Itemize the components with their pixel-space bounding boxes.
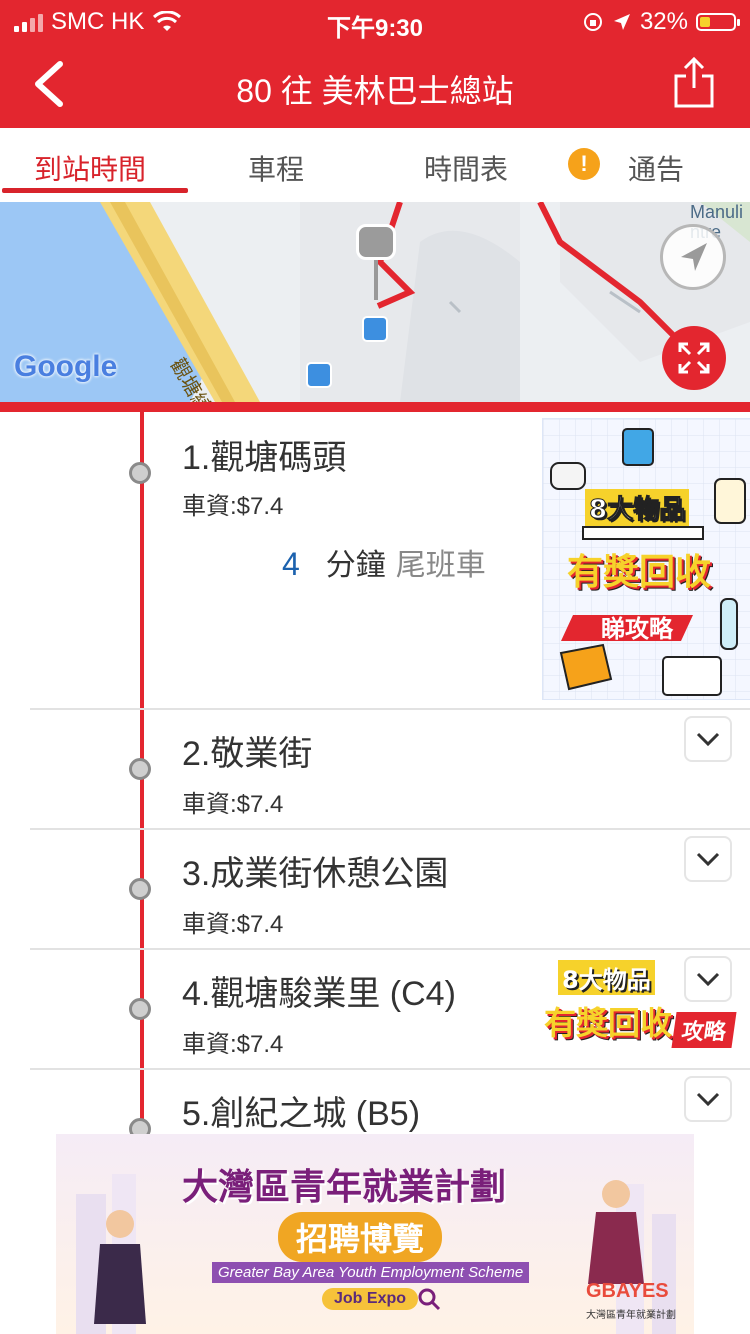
rotation-lock-icon (583, 13, 602, 31)
tab-bar: 到站時間 車程 時間表 通告 (0, 128, 750, 202)
job-expo-banner-ad[interactable]: 大灣區青年就業計劃 招聘博覽 Greater Bay Area Youth Em… (56, 1134, 694, 1334)
promo-line2: 有獎回收 (567, 552, 712, 593)
banner-subtitle: 招聘博覽 (278, 1212, 443, 1262)
share-icon[interactable] (672, 56, 716, 112)
stop-dot (129, 758, 151, 780)
list-item[interactable]: 3.成業街休憩公園 車資:$7.4 (0, 830, 750, 950)
eta-note: 尾班車 (395, 549, 486, 582)
banner-english: Greater Bay Area Youth Employment Scheme (212, 1262, 530, 1283)
stop-dot (129, 1118, 151, 1134)
stop-name: 4.觀塘駿業里 (C4) (182, 975, 456, 1013)
list-item[interactable]: 1.觀塘碼頭 車資:$7.4 4 分鐘 尾班車 8大物品 有獎回收 睇攻略 (0, 412, 750, 710)
stop-name: 2.敬業街 (182, 735, 313, 773)
battery-icon (696, 13, 740, 31)
expand-chevron-button[interactable] (684, 956, 732, 1002)
compass-icon[interactable] (660, 224, 726, 290)
stop-fare: 車資:$7.4 (182, 1031, 284, 1058)
recycling-promo-ad[interactable]: 8大物品 有獎回收 睇攻略 (542, 418, 750, 700)
promo-line3: 睇攻略 (601, 615, 673, 643)
google-logo: Google (14, 350, 118, 383)
tab-arrival-time[interactable]: 到站時間 (34, 148, 146, 188)
bus-icon (362, 316, 388, 342)
eta-row: 4 分鐘 尾班車 (282, 540, 486, 584)
bus-icon (306, 362, 332, 388)
stop-name: 1.觀塘碼頭 (182, 439, 347, 477)
list-item[interactable]: 5.創紀之城 (B5) (0, 1070, 750, 1134)
list-item[interactable]: 4.觀塘駿業里 (C4) 車資:$7.4 8大物品 有獎回收 攻略 (0, 950, 750, 1070)
expand-chevron-button[interactable] (684, 716, 732, 762)
chevron-down-icon (696, 972, 720, 987)
map-view[interactable]: Manulintre 觀塘繞 Google (0, 202, 750, 402)
promo-line3: 攻略 (671, 1012, 737, 1048)
expand-chevron-button[interactable] (684, 836, 732, 882)
stop-dot (129, 462, 151, 484)
stop-name: 3.成業街休憩公園 (182, 855, 449, 893)
stop-fare: 車資:$7.4 (182, 911, 284, 938)
expand-map-icon[interactable] (662, 326, 726, 390)
tab-timetable[interactable]: 時間表 (424, 148, 508, 188)
list-item[interactable]: 2.敬業街 車資:$7.4 (0, 710, 750, 830)
promo-line2: 有獎回收 (544, 1004, 673, 1042)
bus-stop-pin-icon[interactable] (356, 224, 396, 260)
promo-line1: 8大物品 (585, 489, 690, 526)
location-arrow-icon (613, 14, 630, 30)
map-divider (0, 402, 750, 412)
stop-fare: 車資:$7.4 (182, 493, 284, 520)
battery-percent: 32% (639, 8, 688, 35)
active-tab-indicator (2, 188, 188, 193)
bus-stop-pin-stem (374, 260, 378, 300)
stop-dot (129, 998, 151, 1020)
chevron-down-icon (696, 852, 720, 867)
stop-dot (129, 878, 151, 900)
tab-journey[interactable]: 車程 (248, 148, 304, 188)
gbayes-logo-caption: 大灣區青年就業計劃 (586, 1310, 676, 1321)
stop-fare: 車資:$7.4 (182, 791, 284, 818)
banner-job-expo: Job Expo (322, 1288, 419, 1310)
expand-chevron-button[interactable] (684, 1076, 732, 1122)
eta-minutes: 4 (282, 546, 300, 582)
chevron-down-icon (696, 732, 720, 747)
magnifier-icon (418, 1288, 441, 1311)
stop-name: 5.創紀之城 (B5) (182, 1095, 421, 1133)
notice-alert-icon: ! (568, 148, 600, 180)
chevron-down-icon (696, 1092, 720, 1107)
eta-unit: 分鐘 (325, 549, 386, 582)
nav-bar: 80 往 美林巴士總站 (0, 42, 750, 128)
status-bar: SMC HK 下午9:30 32% (0, 0, 750, 42)
route-title: 80 往 美林巴士總站 (236, 73, 514, 109)
stop-list[interactable]: 1.觀塘碼頭 車資:$7.4 4 分鐘 尾班車 8大物品 有獎回收 睇攻略 2.… (0, 412, 750, 1134)
promo-line1: 8大物品 (558, 960, 655, 995)
banner-title: 大灣區青年就業計劃 (182, 1166, 507, 1207)
gbayes-logo: GBAYES (586, 1280, 669, 1302)
tab-notices[interactable]: 通告 (628, 148, 684, 188)
